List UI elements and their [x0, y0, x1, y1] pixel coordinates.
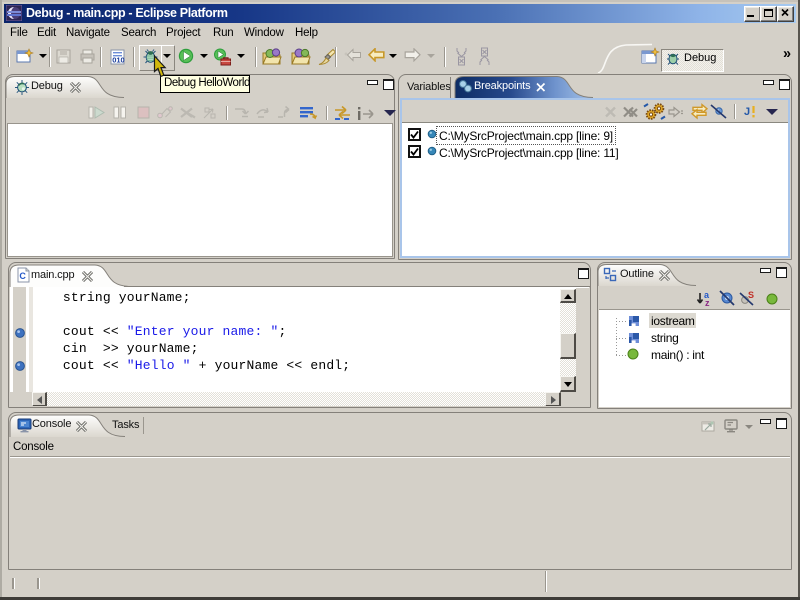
svg-text:S: S	[748, 290, 754, 300]
svg-text:z: z	[705, 298, 710, 308]
svg-text:C: C	[19, 271, 26, 281]
svg-text:J: J	[744, 106, 750, 118]
svg-text:010: 010	[112, 56, 125, 65]
